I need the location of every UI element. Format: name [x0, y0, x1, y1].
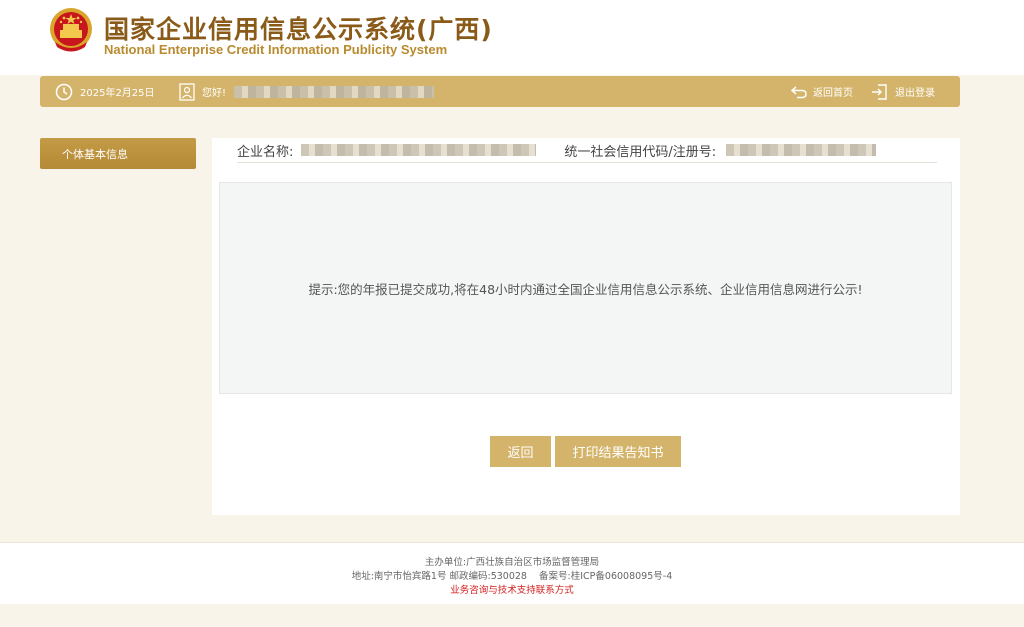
sidebar-item-basic-info[interactable]: 个体基本信息 [40, 138, 196, 169]
home-link-label: 返回首页 [813, 88, 853, 99]
footer-address: 地址:南宁市怡宾路1号 邮政编码:530028 备案号:桂ICP备0600809… [351, 571, 673, 582]
site-header: 国家企业信用信息公示系统(广西) National Enterprise Cre… [0, 0, 1024, 75]
company-info-row: 企业名称: 统一社会信用代码/注册号: [237, 138, 937, 163]
home-link[interactable]: 返回首页 [790, 76, 853, 107]
user-greeting: 您好! [179, 76, 435, 107]
main-panel: 企业名称: 统一社会信用代码/注册号: 提示:您的年报已提交成功,将在48小时内… [212, 138, 960, 515]
date-display: 2025年2月25日 [55, 76, 155, 107]
national-emblem-icon [47, 6, 95, 56]
site-title: 国家企业信用信息公示系统(广西) [104, 15, 493, 44]
sidebar-item-label: 个体基本信息 [62, 147, 128, 161]
back-button[interactable]: 返回 [490, 436, 551, 467]
logout-link-label: 退出登录 [895, 88, 935, 99]
print-result-button[interactable]: 打印结果告知书 [555, 436, 681, 467]
credit-code-redacted [726, 144, 877, 156]
site-subtitle: National Enterprise Credit Information P… [104, 42, 448, 57]
bottom-strip [0, 604, 1024, 627]
company-name-label: 企业名称: [237, 144, 294, 160]
success-notice-text: 提示:您的年报已提交成功,将在48小时内通过全国企业信用信息公示系统、企业信用信… [308, 281, 863, 297]
company-name-redacted [301, 144, 537, 156]
footer-sponsor: 主办单位:广西壮族自治区市场监督管理局 [424, 557, 600, 568]
notice-box: 提示:您的年报已提交成功,将在48小时内通过全国企业信用信息公示系统、企业信用信… [219, 182, 952, 394]
logout-link[interactable]: 退出登录 [871, 76, 935, 107]
footer-contact-link[interactable]: 业务咨询与技术支持联系方式 [0, 584, 1024, 598]
credit-code-label: 统一社会信用代码/注册号: [564, 144, 717, 160]
clock-icon [55, 83, 73, 101]
return-arrow-icon [790, 85, 808, 99]
site-footer: 主办单位:广西壮族自治区市场监督管理局 地址:南宁市怡宾路1号 邮政编码:530… [0, 542, 1024, 604]
user-badge-icon [179, 82, 195, 101]
user-toolbar: 2025年2月25日 您好! 返回首页 退出登录 [40, 76, 960, 107]
logout-icon [871, 83, 889, 101]
greeting-text: 您好! [202, 88, 227, 99]
username-redacted [234, 85, 435, 98]
date-text: 2025年2月25日 [80, 88, 155, 99]
